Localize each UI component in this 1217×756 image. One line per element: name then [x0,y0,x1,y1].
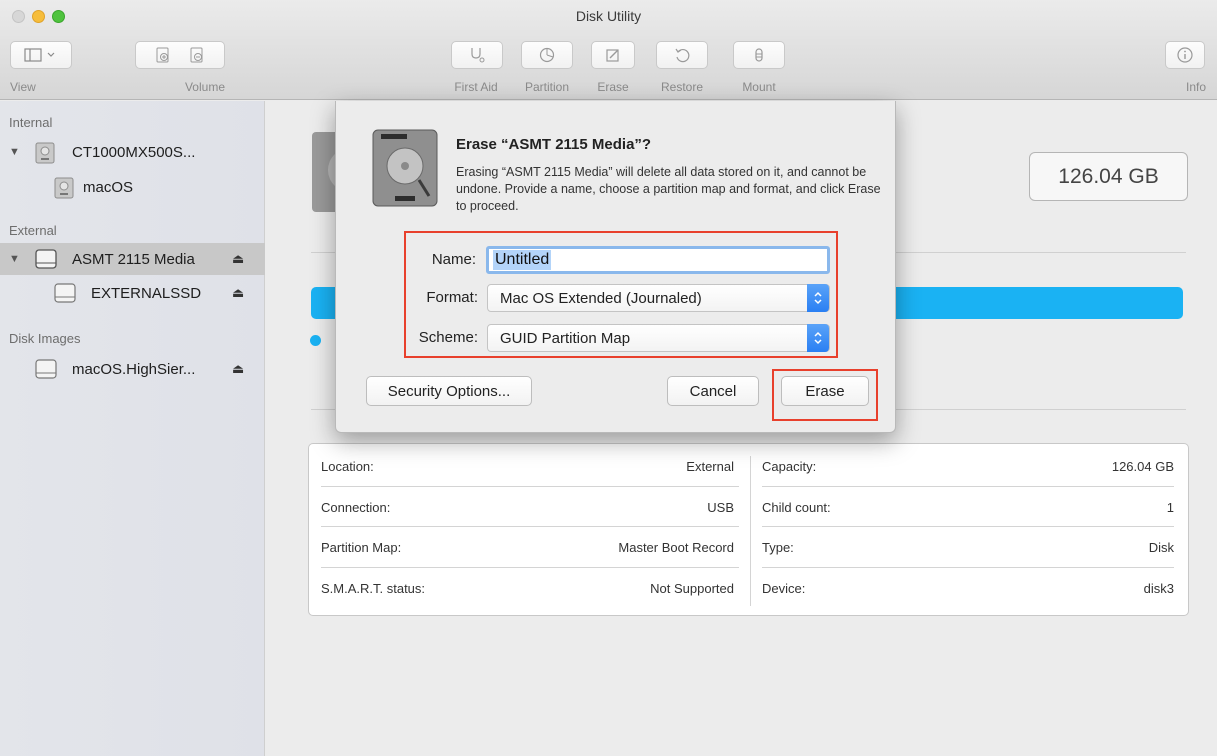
mount-label: Mount [742,80,776,94]
usage-legend-dot [310,335,321,346]
volume-button-group[interactable] [135,41,225,69]
info-label-capacity: Capacity: [762,459,817,474]
info-label: Info [1185,80,1206,94]
sidebar-section-internal: Internal [9,115,53,130]
row-divider [762,486,1174,487]
disclosure-triangle-icon[interactable]: ▼ [9,146,20,158]
partition-button[interactable] [521,41,573,69]
sidebar-item-externalssd[interactable]: EXTERNALSSD ⏏ [0,277,265,309]
scheme-label: Scheme: [418,329,478,346]
hard-drive-icon [371,128,439,213]
mount-disk-icon [750,46,768,64]
info-value-type: Disk [1148,540,1174,555]
disclosure-triangle-icon[interactable]: ▼ [9,253,20,265]
info-label-location: Location: [321,459,374,474]
external-volume-icon [54,283,76,307]
internal-volume-icon [54,177,74,203]
restore-button[interactable] [656,41,708,69]
format-select[interactable]: Mac OS Extended (Journaled) [487,284,830,312]
restore-arrow-icon [673,46,691,64]
info-value-capacity: 126.04 GB [1111,459,1174,474]
info-value-smart-status: Not Supported [650,581,734,596]
format-label: Format: [426,289,478,306]
stethoscope-icon [468,46,486,64]
first-aid-label: First Aid [454,80,498,94]
info-label-smart-status: S.M.A.R.T. status: [321,581,426,596]
erase-dialog: Erase “ASMT 2115 Media”? Erasing “ASMT 2… [335,101,896,433]
info-label-type: Type: [762,540,794,555]
partition-pie-icon [538,46,556,64]
erase-toolbar-label: Erase [597,80,629,94]
name-input[interactable]: Untitled [486,246,830,274]
erase-toolbar-button[interactable] [591,41,635,69]
row-divider [321,567,739,568]
disk-info-table: Location: External Capacity: 126.04 GB C… [308,443,1189,616]
info-value-location: External [686,459,734,474]
name-input-value: Untitled [493,250,552,270]
mount-button[interactable] [733,41,785,69]
info-value-connection: USB [707,500,734,515]
info-label-connection: Connection: [321,500,391,515]
sidebar-item-label: EXTERNALSSD [91,284,202,302]
view-button[interactable] [10,41,72,69]
sidebar-item-asmt-media[interactable]: ▼ ASMT 2115 Media ⏏ [0,243,265,275]
updown-arrows-icon [807,284,829,312]
info-icon [1176,46,1194,64]
sidebar-toggle-icon [24,48,58,62]
sidebar-item-label: macOS.HighSier... [72,360,196,378]
info-value-partition-map: Master Boot Record [618,540,734,555]
add-volume-icon[interactable] [155,47,171,63]
format-select-value: Mac OS Extended (Journaled) [500,289,702,307]
name-label: Name: [431,251,476,268]
scheme-select[interactable]: GUID Partition Map [487,324,830,352]
sidebar-item-macos-volume[interactable]: macOS [0,171,265,203]
eject-icon[interactable]: ⏏ [232,251,244,267]
dialog-title: Erase “ASMT 2115 Media”? [456,136,652,153]
info-value-child-count: 1 [1166,500,1174,515]
first-aid-button[interactable] [451,41,503,69]
view-label: View [10,80,36,94]
sidebar-item-label: CT1000MX500S... [72,143,196,161]
info-label-child-count: Child count: [762,500,831,515]
cancel-button[interactable]: Cancel [667,376,759,406]
window-toolbar: Disk Utility View Volume First Aid Parti… [0,0,1217,100]
capacity-badge: 126.04 GB [1029,152,1188,201]
row-divider [321,526,739,527]
erase-button[interactable]: Erase [781,376,869,406]
internal-drive-icon [35,142,55,168]
updown-arrows-icon [807,324,829,352]
sidebar-item-label: ASMT 2115 Media [72,250,195,268]
sidebar-item-label: macOS [83,178,134,196]
external-drive-icon [35,249,57,273]
row-divider [762,526,1174,527]
remove-volume-icon[interactable] [189,47,205,63]
security-options-button[interactable]: Security Options... [366,376,532,406]
sidebar-item-internal-disk[interactable]: ▼ CT1000MX500S... [0,136,265,168]
disk-image-icon [35,359,57,383]
window-title: Disk Utility [575,8,642,24]
row-divider [321,486,739,487]
volume-label: Volume [184,80,225,94]
sidebar-section-disk-images: Disk Images [9,331,81,346]
erase-disk-icon [604,46,622,64]
info-value-device: disk3 [1143,581,1174,596]
info-label-device: Device: [762,581,806,596]
partition-label: Partition [524,80,570,94]
sidebar-item-disk-image[interactable]: macOS.HighSier... ⏏ [0,353,265,385]
row-divider [762,567,1174,568]
scheme-select-value: GUID Partition Map [500,329,631,347]
restore-label: Restore [660,80,704,94]
eject-icon[interactable]: ⏏ [232,285,244,301]
sidebar: Internal ▼ CT1000MX500S... macOS Externa… [0,101,265,756]
dialog-message: Erasing “ASMT 2115 Media” will delete al… [456,165,881,213]
sidebar-section-external: External [9,223,57,238]
info-button[interactable] [1165,41,1205,69]
info-label-partition-map: Partition Map: [321,540,402,555]
column-divider [750,456,751,606]
eject-icon[interactable]: ⏏ [232,361,244,377]
